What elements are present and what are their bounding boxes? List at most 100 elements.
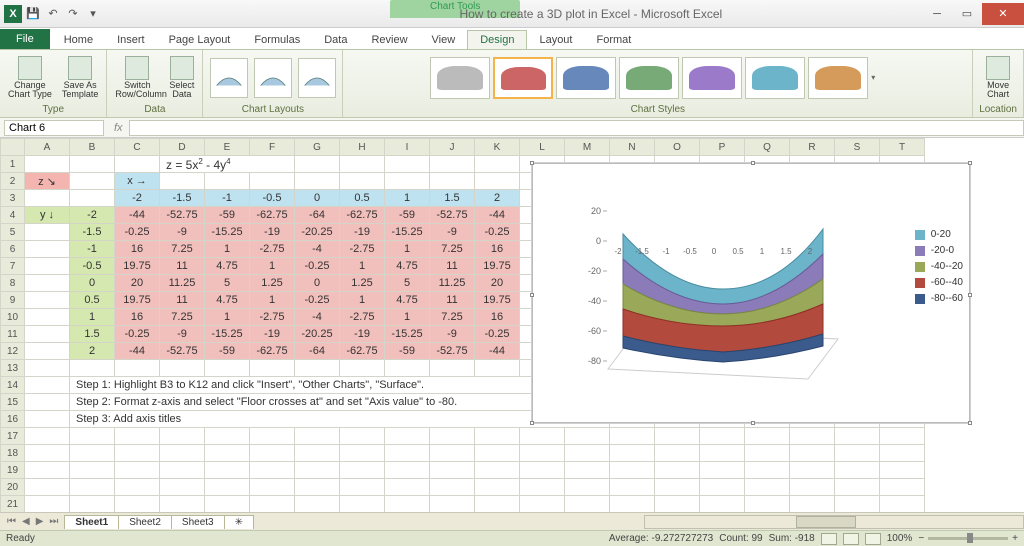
data-cell[interactable]: 11.25 xyxy=(160,275,205,292)
data-cell[interactable]: 7.25 xyxy=(430,241,475,258)
excel-icon[interactable]: X xyxy=(4,5,22,23)
chart-style-thumb[interactable] xyxy=(556,57,616,99)
data-cell[interactable]: -0.25 xyxy=(295,258,340,275)
x-header-cell[interactable]: 1.5 xyxy=(430,190,475,207)
sheet-nav-prev-icon[interactable]: ◀ xyxy=(19,516,33,527)
qat-dropdown-icon[interactable]: ▾ xyxy=(84,5,102,23)
tab-data[interactable]: Data xyxy=(312,31,359,49)
data-cell[interactable]: -0.25 xyxy=(115,224,160,241)
chart-style-thumb[interactable] xyxy=(682,57,742,99)
data-cell[interactable]: 4.75 xyxy=(205,292,250,309)
view-normal-button[interactable] xyxy=(821,533,837,545)
column-header[interactable]: N xyxy=(610,139,655,156)
data-cell[interactable]: 11 xyxy=(160,292,205,309)
row-header[interactable]: 3 xyxy=(1,190,25,207)
tab-format[interactable]: Format xyxy=(584,31,643,49)
row-header[interactable]: 10 xyxy=(1,309,25,326)
y-value-cell[interactable]: -1.5 xyxy=(70,224,115,241)
column-header[interactable]: L xyxy=(520,139,565,156)
undo-icon[interactable]: ↶ xyxy=(44,5,62,23)
formula-input[interactable] xyxy=(129,120,1024,136)
row-header[interactable]: 7 xyxy=(1,258,25,275)
data-cell[interactable]: 5 xyxy=(385,275,430,292)
data-cell[interactable]: -0.25 xyxy=(475,224,520,241)
data-cell[interactable]: 1.25 xyxy=(250,275,295,292)
minimize-button[interactable]: ─ xyxy=(922,3,952,25)
data-cell[interactable]: -62.75 xyxy=(340,343,385,360)
data-cell[interactable]: -15.25 xyxy=(385,224,430,241)
data-cell[interactable]: -2.75 xyxy=(340,309,385,326)
data-cell[interactable]: -0.25 xyxy=(295,292,340,309)
x-header-cell[interactable]: -1.5 xyxy=(160,190,205,207)
data-cell[interactable]: -19 xyxy=(340,224,385,241)
x-header-cell[interactable]: 0 xyxy=(295,190,340,207)
row-header[interactable]: 19 xyxy=(1,462,25,479)
zoom-out-button[interactable]: − xyxy=(918,533,924,544)
tab-file[interactable]: File xyxy=(0,29,50,49)
chart-object[interactable]: 200-20-40-60-80 -2-1.5-1-0.500.511.52 0-… xyxy=(532,163,970,423)
x-header-cell[interactable]: 2 xyxy=(475,190,520,207)
row-header[interactable]: 6 xyxy=(1,241,25,258)
zoom-slider[interactable] xyxy=(928,537,1008,540)
data-cell[interactable]: -62.75 xyxy=(340,207,385,224)
fx-icon[interactable]: fx xyxy=(108,122,129,134)
y-value-cell[interactable]: -1 xyxy=(70,241,115,258)
data-cell[interactable]: 1 xyxy=(250,258,295,275)
instruction-cell[interactable]: Step 2: Format z-axis and select "Floor … xyxy=(70,394,610,411)
chart-style-thumb[interactable] xyxy=(808,57,868,99)
data-cell[interactable]: 11 xyxy=(160,258,205,275)
z-label-cell[interactable]: z ↘ xyxy=(25,173,70,190)
instruction-cell[interactable]: Step 1: Highlight B3 to K12 and click "I… xyxy=(70,377,610,394)
insert-sheet-button[interactable]: ✳ xyxy=(224,515,254,529)
zoom-level[interactable]: 100% xyxy=(887,533,913,544)
data-cell[interactable]: 4.75 xyxy=(385,292,430,309)
column-header[interactable]: H xyxy=(340,139,385,156)
data-cell[interactable]: 1 xyxy=(205,241,250,258)
y-value-cell[interactable]: 1.5 xyxy=(70,326,115,343)
data-cell[interactable]: 7.25 xyxy=(430,309,475,326)
row-header[interactable]: 8 xyxy=(1,275,25,292)
data-cell[interactable]: -19 xyxy=(250,224,295,241)
chart-style-thumb[interactable] xyxy=(619,57,679,99)
data-cell[interactable]: -52.75 xyxy=(430,207,475,224)
data-cell[interactable]: 11.25 xyxy=(430,275,475,292)
y-value-cell[interactable]: -0.5 xyxy=(70,258,115,275)
select-all-corner[interactable] xyxy=(1,139,25,156)
data-cell[interactable]: 16 xyxy=(475,309,520,326)
data-cell[interactable]: 1 xyxy=(205,309,250,326)
maximize-button[interactable]: ▭ xyxy=(952,3,982,25)
sheet-nav-next-icon[interactable]: ▶ xyxy=(33,516,47,527)
y-value-cell[interactable]: 0 xyxy=(70,275,115,292)
data-cell[interactable]: -59 xyxy=(205,207,250,224)
data-cell[interactable]: -59 xyxy=(385,207,430,224)
horizontal-scrollbar[interactable] xyxy=(644,515,1024,529)
x-label-cell[interactable]: x → xyxy=(115,173,160,190)
column-header[interactable]: T xyxy=(880,139,925,156)
data-cell[interactable]: 1 xyxy=(340,258,385,275)
view-page-layout-button[interactable] xyxy=(843,533,859,545)
data-cell[interactable]: -64 xyxy=(295,343,340,360)
tab-layout[interactable]: Layout xyxy=(527,31,584,49)
data-cell[interactable]: 20 xyxy=(475,275,520,292)
x-header-cell[interactable]: 0.5 xyxy=(340,190,385,207)
data-cell[interactable]: 19.75 xyxy=(475,292,520,309)
close-button[interactable]: ✕ xyxy=(982,3,1024,25)
data-cell[interactable]: -2.75 xyxy=(340,241,385,258)
row-header[interactable]: 12 xyxy=(1,343,25,360)
column-header[interactable]: S xyxy=(835,139,880,156)
x-header-cell[interactable]: -1 xyxy=(205,190,250,207)
data-cell[interactable]: -15.25 xyxy=(205,224,250,241)
tab-review[interactable]: Review xyxy=(359,31,419,49)
save-as-template-button[interactable]: Save AsTemplate xyxy=(60,54,101,101)
row-header[interactable]: 1 xyxy=(1,156,25,173)
data-cell[interactable]: -52.75 xyxy=(430,343,475,360)
row-header[interactable]: 9 xyxy=(1,292,25,309)
y-value-cell[interactable]: 1 xyxy=(70,309,115,326)
row-header[interactable]: 15 xyxy=(1,394,25,411)
column-header[interactable]: P xyxy=(700,139,745,156)
column-header[interactable]: E xyxy=(205,139,250,156)
row-header[interactable]: 21 xyxy=(1,496,25,513)
column-header[interactable]: G xyxy=(295,139,340,156)
name-box[interactable] xyxy=(4,120,104,136)
column-header[interactable]: M xyxy=(565,139,610,156)
